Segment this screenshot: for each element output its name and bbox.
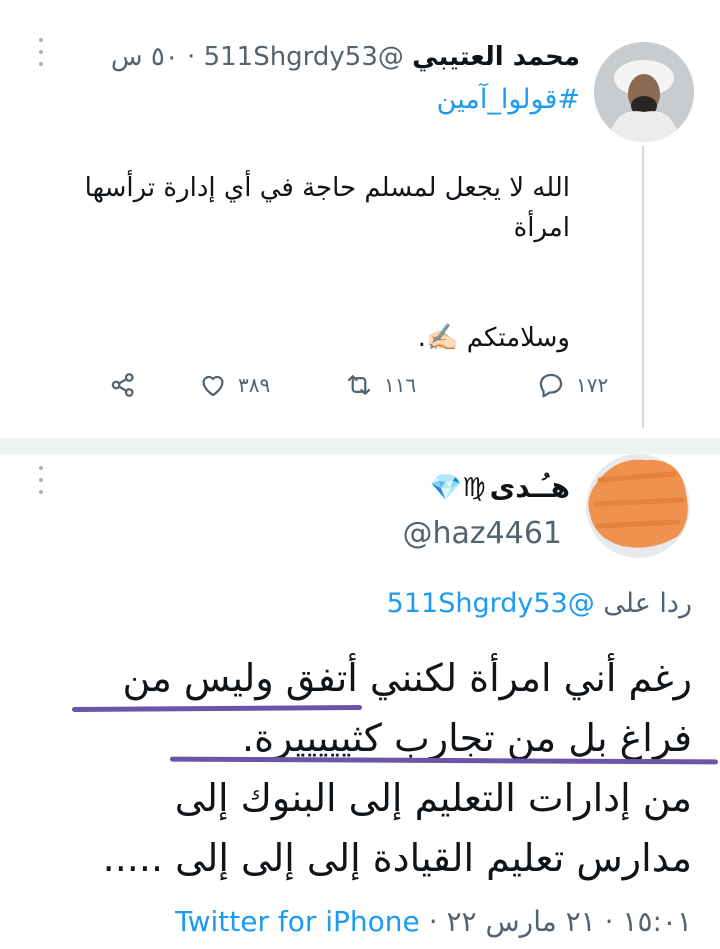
share-icon bbox=[111, 373, 134, 397]
retweet-button[interactable]: ١١٦ bbox=[344, 370, 416, 400]
like-button[interactable]: ٣٨٩ bbox=[198, 370, 270, 400]
tweet-text: الله لا يجعل لمسلم حاجة في أي إدارة ترأس… bbox=[84, 173, 570, 243]
tweet-header: محمد العتيبي @511Shgrdy53 · ٥٠ س bbox=[111, 40, 580, 74]
author-avatar[interactable] bbox=[594, 42, 694, 142]
reply-author-name[interactable]: هـُـدى ♍💎 bbox=[430, 468, 570, 508]
hashtag-link[interactable]: #قولوا_آمين bbox=[437, 82, 580, 118]
avatar-scribble bbox=[586, 454, 690, 558]
reply-author-handle[interactable]: @haz4461 bbox=[403, 514, 563, 554]
reply-text-line: من إدارات التعليم إلى البنوك إلى bbox=[174, 776, 692, 820]
tweet-signoff: وسلامتكم ✍🏻. bbox=[417, 323, 570, 353]
more-options-icon[interactable] bbox=[32, 38, 50, 72]
name-emojis: ♍💎 bbox=[429, 473, 486, 503]
reply-button[interactable]: ١٧٢ bbox=[536, 370, 608, 400]
avatar-photo bbox=[594, 42, 694, 142]
reply-text-line: مدارس تعليم القيادة إلى إلى إلى ..... bbox=[102, 836, 692, 880]
display-name: هـُـدى bbox=[489, 471, 570, 504]
tweet-timestamp[interactable]: ١٥:٠١ · ٢١ مارس ٢٢ · bbox=[429, 905, 692, 938]
reply-text-line: رغم أني امرأة لكنني أتفق وليس من bbox=[122, 656, 692, 700]
replying-to-link[interactable]: @511Shgrdy53 bbox=[387, 588, 595, 619]
display-name[interactable]: محمد العتيبي bbox=[412, 42, 580, 72]
share-button[interactable] bbox=[108, 370, 138, 400]
replying-prefix: ردا على bbox=[603, 588, 692, 619]
like-count: ٣٨٩ bbox=[238, 373, 271, 397]
thread-line bbox=[642, 146, 644, 428]
tweet-meta: ١٥:٠١ · ٢١ مارس ٢٢ · Twitter for iPhone bbox=[175, 902, 692, 942]
timestamp[interactable]: ٥٠ س bbox=[111, 42, 179, 72]
retweet-icon bbox=[347, 375, 371, 395]
reply-text: رغم أني امرأة لكنني أتفق وليس من فراغ بل… bbox=[32, 648, 692, 888]
more-options-icon[interactable] bbox=[32, 466, 50, 500]
heart-icon bbox=[202, 375, 224, 397]
handle[interactable]: @511Shgrdy53 bbox=[204, 42, 404, 72]
separator-dot: · bbox=[187, 42, 196, 72]
source-link[interactable]: Twitter for iPhone bbox=[175, 905, 420, 938]
replying-to: ردا على @511Shgrdy53 bbox=[387, 584, 692, 624]
reply-count: ١٧٢ bbox=[576, 373, 609, 397]
reply-icon bbox=[539, 373, 563, 398]
replier-avatar[interactable] bbox=[582, 450, 694, 562]
retweet-count: ١١٦ bbox=[384, 373, 417, 397]
